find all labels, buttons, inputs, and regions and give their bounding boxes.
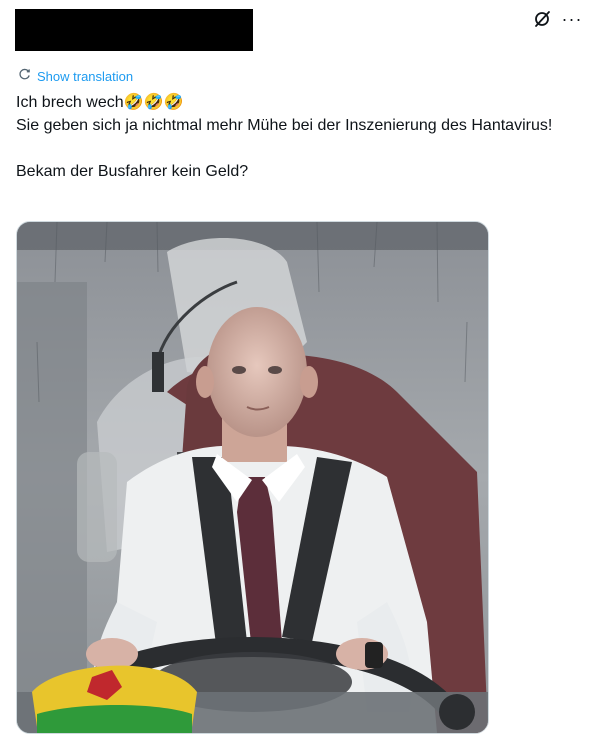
translate-icon [18, 68, 31, 84]
post-text-line [16, 137, 576, 160]
post-text-line: Sie geben sich ja nichtmal mehr Mühe bei… [16, 117, 553, 134]
post-text-line: Ich brech wech🤣🤣🤣 [16, 94, 184, 111]
post: ··· Show translation Ich brech wech🤣🤣🤣 S… [0, 0, 597, 743]
post-text-line: Bekam der Busfahrer kein Geld? [16, 163, 249, 180]
show-translation-link[interactable]: Show translation [18, 68, 133, 84]
post-image[interactable] [16, 221, 489, 734]
post-text: Ich brech wech🤣🤣🤣 Sie geben sich ja nich… [16, 91, 576, 183]
grok-icon[interactable] [533, 10, 551, 28]
more-options-icon[interactable]: ··· [562, 10, 582, 28]
show-translation-label: Show translation [37, 68, 134, 84]
post-actions: ··· [533, 10, 582, 28]
redacted-author [15, 9, 253, 51]
